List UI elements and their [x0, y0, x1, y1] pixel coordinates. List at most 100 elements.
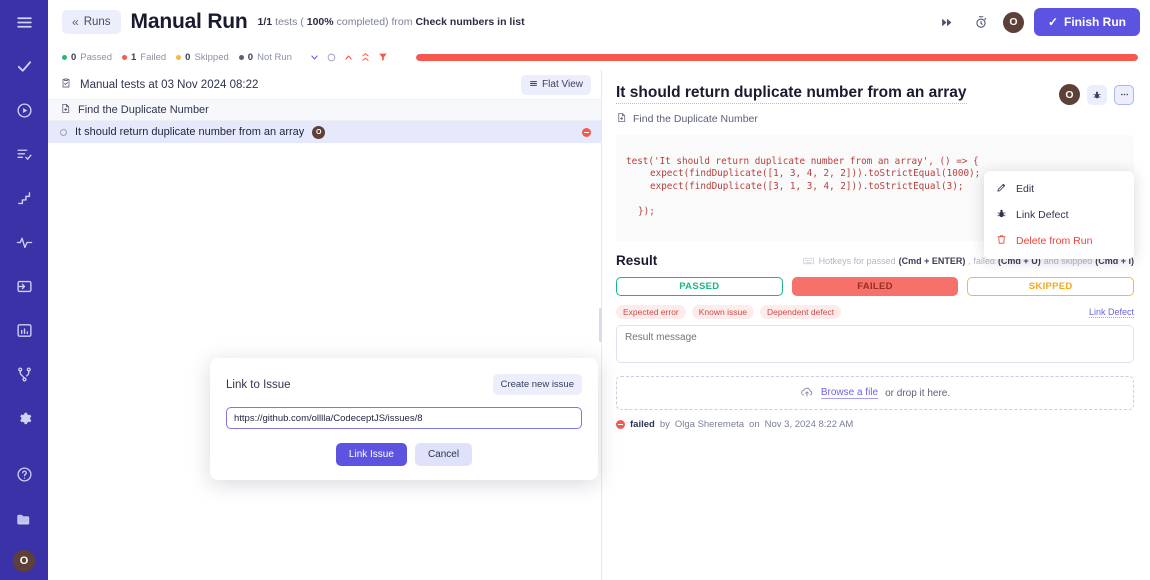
link-issue-button[interactable]: Link Issue [336, 443, 407, 466]
finish-check-icon: ✓ [1048, 15, 1058, 29]
back-to-runs-button[interactable]: « Runs [62, 10, 121, 34]
skipped-label: Skipped [194, 52, 228, 63]
keyboard-icon [803, 257, 814, 265]
breadcrumb-label: Find the Duplicate Number [633, 113, 758, 125]
link-to-issue-modal: Link to Issue Create new issue Link Issu… [210, 358, 598, 480]
pencil-icon [996, 182, 1007, 196]
hotkeys-prefix: Hotkeys for passed [819, 256, 896, 266]
footer-user: Olga Sheremeta [675, 419, 744, 430]
link-defect-link[interactable]: Link Defect [1089, 307, 1134, 318]
page-header: « Runs Manual Run 1/1 tests ( 100% compl… [48, 0, 1150, 44]
failed-dot-icon [122, 55, 127, 60]
failed-status-icon [616, 420, 625, 429]
list-icon [529, 79, 538, 91]
detail-avatar[interactable]: O [1059, 84, 1080, 105]
run-source: Check numbers in list [415, 16, 524, 28]
suite-row[interactable]: Find the Duplicate Number [48, 100, 601, 121]
forward-icon[interactable] [935, 10, 959, 34]
sidebar: O [0, 0, 48, 580]
finish-run-button[interactable]: ✓ Finish Run [1034, 8, 1140, 36]
list-check-icon[interactable] [8, 138, 40, 170]
test-list-title: Manual tests at 03 Nov 2024 08:22 [80, 79, 258, 91]
passed-label: Passed [80, 52, 112, 63]
suite-label: Find the Duplicate Number [78, 104, 209, 116]
run-percent: 100% [307, 16, 334, 28]
skipped-count: 0 [185, 52, 190, 63]
bug-icon[interactable] [1087, 85, 1107, 105]
run-progress-bar [416, 54, 1138, 61]
result-failed-button[interactable]: FAILED [792, 277, 959, 296]
code-line-2: expect(findDuplicate([3, 1, 3, 4, 2])).t… [626, 181, 963, 192]
tag-known-issue[interactable]: Known issue [692, 305, 754, 319]
result-message-input[interactable] [616, 325, 1134, 363]
detail-title[interactable]: It should return duplicate number from a… [616, 84, 967, 104]
play-circle-icon[interactable] [8, 94, 40, 126]
stat-skipped: 0 Skipped [176, 52, 229, 63]
detail-title-row: It should return duplicate number from a… [616, 84, 1134, 105]
avatar[interactable]: O [13, 550, 35, 572]
context-menu-item-link-defect[interactable]: Link Defect [984, 202, 1134, 228]
passed-count: 0 [71, 52, 76, 63]
header-avatar[interactable]: O [1003, 12, 1024, 33]
cancel-button[interactable]: Cancel [415, 443, 472, 466]
result-tag-row: Expected error Known issue Dependent def… [616, 305, 1134, 319]
circle-icon[interactable] [327, 53, 336, 62]
modal-title: Link to Issue [226, 379, 291, 391]
filter-icon[interactable] [378, 52, 388, 62]
tag-expected-error[interactable]: Expected error [616, 305, 686, 319]
bar-chart-icon[interactable] [8, 314, 40, 346]
browse-file-link[interactable]: Browse a file [821, 387, 878, 399]
collapse-all-icon[interactable] [361, 52, 370, 62]
result-buttons: PASSED FAILED SKIPPED [616, 277, 1134, 296]
menu-icon[interactable] [8, 6, 40, 38]
code-line-4: }); [626, 206, 655, 217]
tag-dependent-defect[interactable]: Dependent defect [760, 305, 841, 319]
footer-on: on [749, 419, 760, 430]
file-icon [616, 112, 627, 126]
dropzone-text: or drop it here. [885, 388, 950, 399]
passed-dot-icon [62, 55, 67, 60]
bug-icon [996, 208, 1007, 222]
context-menu-item-edit[interactable]: Edit [984, 176, 1134, 202]
test-list-item[interactable]: It should return duplicate number from a… [48, 121, 601, 143]
footer-status-label: failed [630, 419, 655, 430]
test-detail-pane: It should return duplicate number from a… [602, 70, 1150, 580]
not-run-label: Not Run [257, 52, 292, 63]
result-title: Result [616, 253, 657, 268]
file-dropzone[interactable]: Browse a file or drop it here. [616, 376, 1134, 410]
pulse-icon[interactable] [8, 226, 40, 258]
gear-icon[interactable] [8, 402, 40, 434]
footer-by: by [660, 419, 670, 430]
help-icon[interactable] [8, 458, 40, 490]
run-test-count: 1/1 [258, 16, 273, 28]
import-icon[interactable] [8, 270, 40, 302]
check-icon[interactable] [8, 50, 40, 82]
result-skipped-button[interactable]: SKIPPED [967, 277, 1134, 296]
folder-icon[interactable] [8, 504, 40, 536]
stat-passed: 0 Passed [62, 52, 112, 63]
result-passed-button[interactable]: PASSED [616, 277, 783, 296]
create-new-issue-button[interactable]: Create new issue [493, 374, 582, 395]
modal-header: Link to Issue Create new issue [226, 374, 582, 395]
test-item-avatar: O [312, 126, 325, 139]
steps-icon[interactable] [8, 182, 40, 214]
flat-view-button[interactable]: Flat View [521, 75, 591, 95]
code-line-1: expect(findDuplicate([1, 3, 4, 2, 2])).t… [626, 168, 980, 179]
run-subtitle: 1/1 tests ( 100% completed) from Check n… [258, 16, 525, 28]
context-menu-edit-label: Edit [1016, 183, 1034, 195]
code-line-0: test('It should return duplicate number … [626, 156, 979, 167]
chevron-up-icon[interactable] [344, 53, 353, 62]
timer-icon[interactable] [969, 10, 993, 34]
content-split: Manual tests at 03 Nov 2024 08:22 Flat V… [48, 70, 1150, 580]
modal-buttons: Link Issue Cancel [226, 443, 582, 466]
more-horizontal-icon[interactable] [1114, 85, 1134, 105]
footer-date: Nov 3, 2024 8:22 AM [765, 419, 854, 430]
issue-url-input[interactable] [226, 407, 582, 429]
run-progress-fill [416, 54, 1138, 61]
sidebar-top-group [8, 6, 40, 434]
git-branch-icon[interactable] [8, 358, 40, 390]
clipboard-check-icon [60, 76, 72, 94]
test-list-pane: Manual tests at 03 Nov 2024 08:22 Flat V… [48, 70, 602, 580]
context-menu-item-delete[interactable]: Delete from Run [984, 228, 1134, 254]
chevron-down-icon[interactable] [310, 53, 319, 62]
